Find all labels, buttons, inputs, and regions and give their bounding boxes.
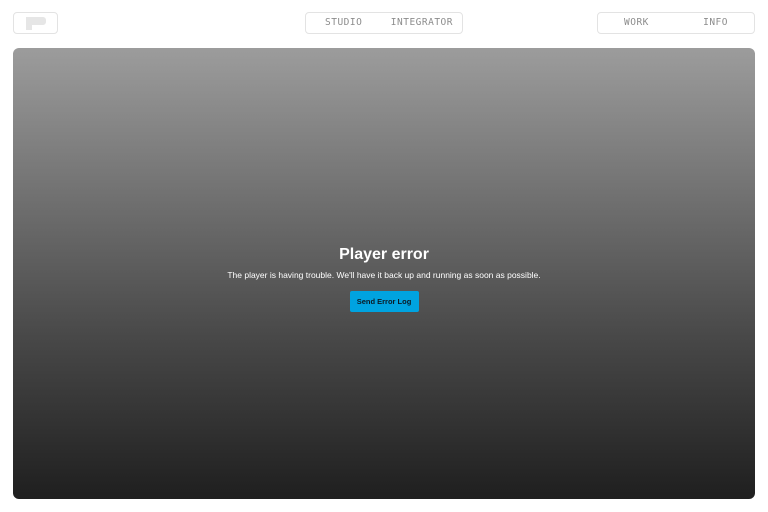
page: STUDIO INTEGRATOR WORK INFO Player error… (0, 0, 768, 512)
nav-link-work[interactable]: WORK (624, 18, 649, 28)
nav-link-studio[interactable]: STUDIO (325, 18, 362, 28)
nav-link-info[interactable]: INFO (703, 18, 728, 28)
brand-logo-icon (25, 16, 46, 30)
send-error-log-button[interactable]: Send Error Log (349, 291, 419, 312)
player-error-panel: Player error The player is having troubl… (13, 246, 755, 312)
error-message: The player is having trouble. We'll have… (227, 270, 541, 280)
home-logo-link[interactable] (13, 12, 58, 34)
error-title: Player error (339, 246, 429, 263)
primary-nav: STUDIO INTEGRATOR (305, 12, 463, 34)
secondary-nav: WORK INFO (597, 12, 755, 34)
nav-link-integrator[interactable]: INTEGRATOR (391, 18, 453, 28)
video-player[interactable]: Player error The player is having troubl… (13, 48, 755, 499)
